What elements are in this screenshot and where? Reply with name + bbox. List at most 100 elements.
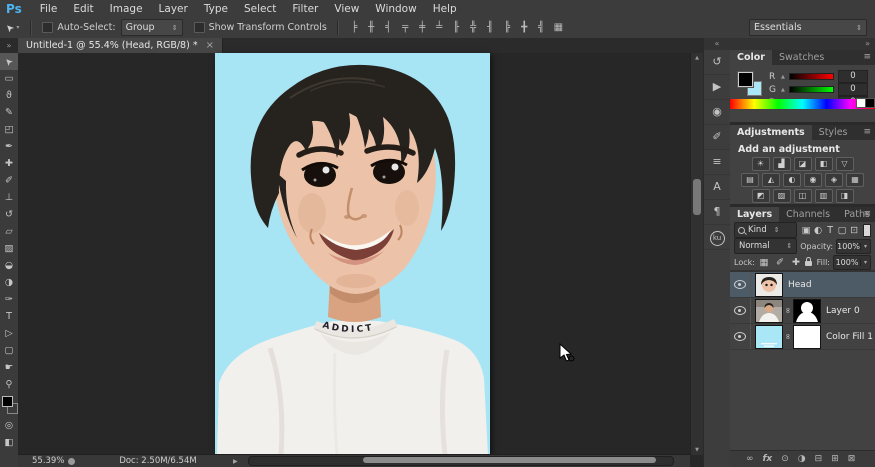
align-top-edges-icon[interactable]: ╤ <box>399 22 412 33</box>
selective-color-icon[interactable]: ◨ <box>836 189 854 203</box>
layer-row-colorfill[interactable]: ∞ Color Fill 1 <box>730 324 875 350</box>
black-swatch[interactable] <box>865 98 875 108</box>
align-horizontal-centers-icon[interactable]: ╫ <box>365 22 378 33</box>
document-canvas[interactable]: ADDICT <box>215 53 490 455</box>
tab-channels[interactable]: Channels <box>779 207 837 222</box>
distribute-bottom-edges-icon[interactable]: ╢ <box>484 22 497 33</box>
pen-tool[interactable]: ✑ <box>0 291 18 308</box>
delete-layer-icon[interactable]: ⊠ <box>848 454 856 464</box>
distribute-vertical-centers-icon[interactable]: ╬ <box>467 22 480 33</box>
menu-item[interactable]: Select <box>236 3 284 15</box>
tab-layers[interactable]: Layers <box>730 207 779 222</box>
distribute-left-edges-icon[interactable]: ╠ <box>501 22 514 33</box>
checkbox-box[interactable] <box>194 22 205 33</box>
eyedropper-tool[interactable]: ✒ <box>0 138 18 155</box>
screen-mode-button[interactable]: ◧ <box>0 434 18 451</box>
actions-panel-icon[interactable]: ▶ <box>704 75 730 100</box>
layer-name[interactable]: Head <box>788 280 812 290</box>
panel-menu-icon[interactable]: ≡ <box>863 125 871 140</box>
new-group-icon[interactable]: ⊟ <box>815 454 823 464</box>
color-balance-icon[interactable]: ◭ <box>762 173 780 187</box>
panel-menu-icon[interactable]: ≡ <box>863 207 871 222</box>
red-slider[interactable] <box>789 73 834 80</box>
foreground-color-swatch[interactable] <box>738 72 753 87</box>
path-selection-tool[interactable]: ▷ <box>0 325 18 342</box>
gradient-tool[interactable]: ▨ <box>0 240 18 257</box>
tab-adjustments[interactable]: Adjustments <box>730 125 812 140</box>
zoom-tool[interactable]: ⚲ <box>0 376 18 393</box>
vertical-scrollbar[interactable]: ▲ ▼ <box>690 53 703 455</box>
scroll-down-icon[interactable]: ▼ <box>691 447 703 453</box>
close-icon[interactable]: × <box>206 38 214 53</box>
align-vertical-centers-icon[interactable]: ╪ <box>416 22 429 33</box>
fill-field[interactable]: 100% ▾ <box>833 255 871 270</box>
curves-icon[interactable]: ◪ <box>794 157 812 171</box>
menu-item[interactable]: Filter <box>284 3 326 15</box>
character-panel-icon[interactable]: A <box>704 175 730 200</box>
threshold-icon[interactable]: ◫ <box>794 189 812 203</box>
layer-thumbnail[interactable] <box>755 299 783 323</box>
foreground-background-swatches[interactable] <box>1 395 17 415</box>
posterize-icon[interactable]: ▨ <box>773 189 791 203</box>
layer-thumbnail[interactable] <box>755 273 783 297</box>
distribute-top-edges-icon[interactable]: ╟ <box>450 22 463 33</box>
green-slider[interactable] <box>789 86 834 93</box>
filter-smart-objects-icon[interactable]: ⊡ <box>848 225 860 236</box>
filter-pixel-layers-icon[interactable]: ▣ <box>800 225 812 236</box>
quick-selection-tool[interactable]: ✎ <box>0 104 18 121</box>
auto-select-checkbox[interactable]: Auto-Select: <box>37 22 120 33</box>
blend-mode-dropdown[interactable]: Normal ⇕ <box>734 238 797 254</box>
black-white-icon[interactable]: ◐ <box>783 173 801 187</box>
lock-image-pixels-icon[interactable]: ✐ <box>774 257 786 268</box>
link-layers-icon[interactable]: ∞ <box>746 454 754 464</box>
color-swatch-widget[interactable] <box>738 72 764 98</box>
foreground-color-swatch[interactable] <box>2 396 13 407</box>
lock-all-icon[interactable] <box>805 261 812 266</box>
levels-icon[interactable]: ▟ <box>773 157 791 171</box>
align-right-edges-icon[interactable]: ╡ <box>382 22 395 33</box>
menu-item[interactable]: Type <box>196 3 236 15</box>
toolbar-collapse-icon[interactable]: » <box>0 38 18 53</box>
menu-item[interactable]: Window <box>367 3 424 15</box>
scroll-up-icon[interactable]: ▲ <box>691 55 703 61</box>
lock-position-icon[interactable]: ✚ <box>790 257 802 268</box>
document-tab[interactable]: Untitled-1 @ 55.4% (Head, RGB/8) * × <box>18 38 223 53</box>
document-size-info[interactable]: Doc: 2.50M/6.54M <box>83 456 233 466</box>
menu-item[interactable]: Layer <box>151 3 196 15</box>
layer-name[interactable]: Layer 0 <box>826 306 860 316</box>
blur-tool[interactable]: ◒ <box>0 257 18 274</box>
layer-mask-thumbnail[interactable] <box>793 325 821 349</box>
vibrance-icon[interactable]: ▽ <box>836 157 854 171</box>
color-spectrum-ramp[interactable] <box>730 99 875 109</box>
filter-shape-layers-icon[interactable]: ▢ <box>836 225 848 236</box>
tool-presets-panel-icon[interactable]: ✐ <box>704 125 730 150</box>
zoom-level-field[interactable]: 55.39% <box>32 456 66 466</box>
color-lookup-icon[interactable]: ▦ <box>846 173 864 187</box>
dock-expand-button[interactable]: « <box>704 38 730 50</box>
chevron-down-icon[interactable]: ▾ <box>860 259 870 266</box>
panels-collapse-button[interactable]: » <box>730 38 875 50</box>
hand-tool[interactable]: ☛ <box>0 359 18 376</box>
slider-marker-icon[interactable]: ▲ <box>781 87 785 93</box>
menu-item[interactable]: Help <box>425 3 465 15</box>
tab-swatches[interactable]: Swatches <box>772 50 831 65</box>
crop-tool[interactable]: ◰ <box>0 121 18 138</box>
menu-item[interactable]: View <box>326 3 367 15</box>
visibility-toggle[interactable] <box>730 298 751 323</box>
horizontal-scrollbar-thumb[interactable] <box>363 457 656 463</box>
filter-kind-dropdown[interactable]: Kind ⇕ <box>734 222 797 238</box>
layer-name[interactable]: Color Fill 1 <box>826 332 873 342</box>
mini-bridge-panel-icon[interactable]: ◉ <box>704 100 730 125</box>
canvas-area[interactable]: ADDICT <box>18 53 690 467</box>
new-layer-icon[interactable]: ⊞ <box>831 454 839 464</box>
type-tool[interactable]: T <box>0 308 18 325</box>
eraser-tool[interactable]: ▱ <box>0 223 18 240</box>
tab-styles[interactable]: Styles <box>812 125 855 140</box>
lock-transparent-pixels-icon[interactable]: ▦ <box>758 257 770 268</box>
filter-adjustment-layers-icon[interactable]: ◐ <box>812 225 824 236</box>
clone-stamp-tool[interactable]: ⊥ <box>0 189 18 206</box>
rectangular-marquee-tool[interactable]: ▭ <box>0 70 18 87</box>
align-bottom-edges-icon[interactable]: ╧ <box>433 22 446 33</box>
horizontal-scrollbar[interactable] <box>248 456 674 466</box>
quick-mask-mode-button[interactable]: ◎ <box>0 417 18 434</box>
